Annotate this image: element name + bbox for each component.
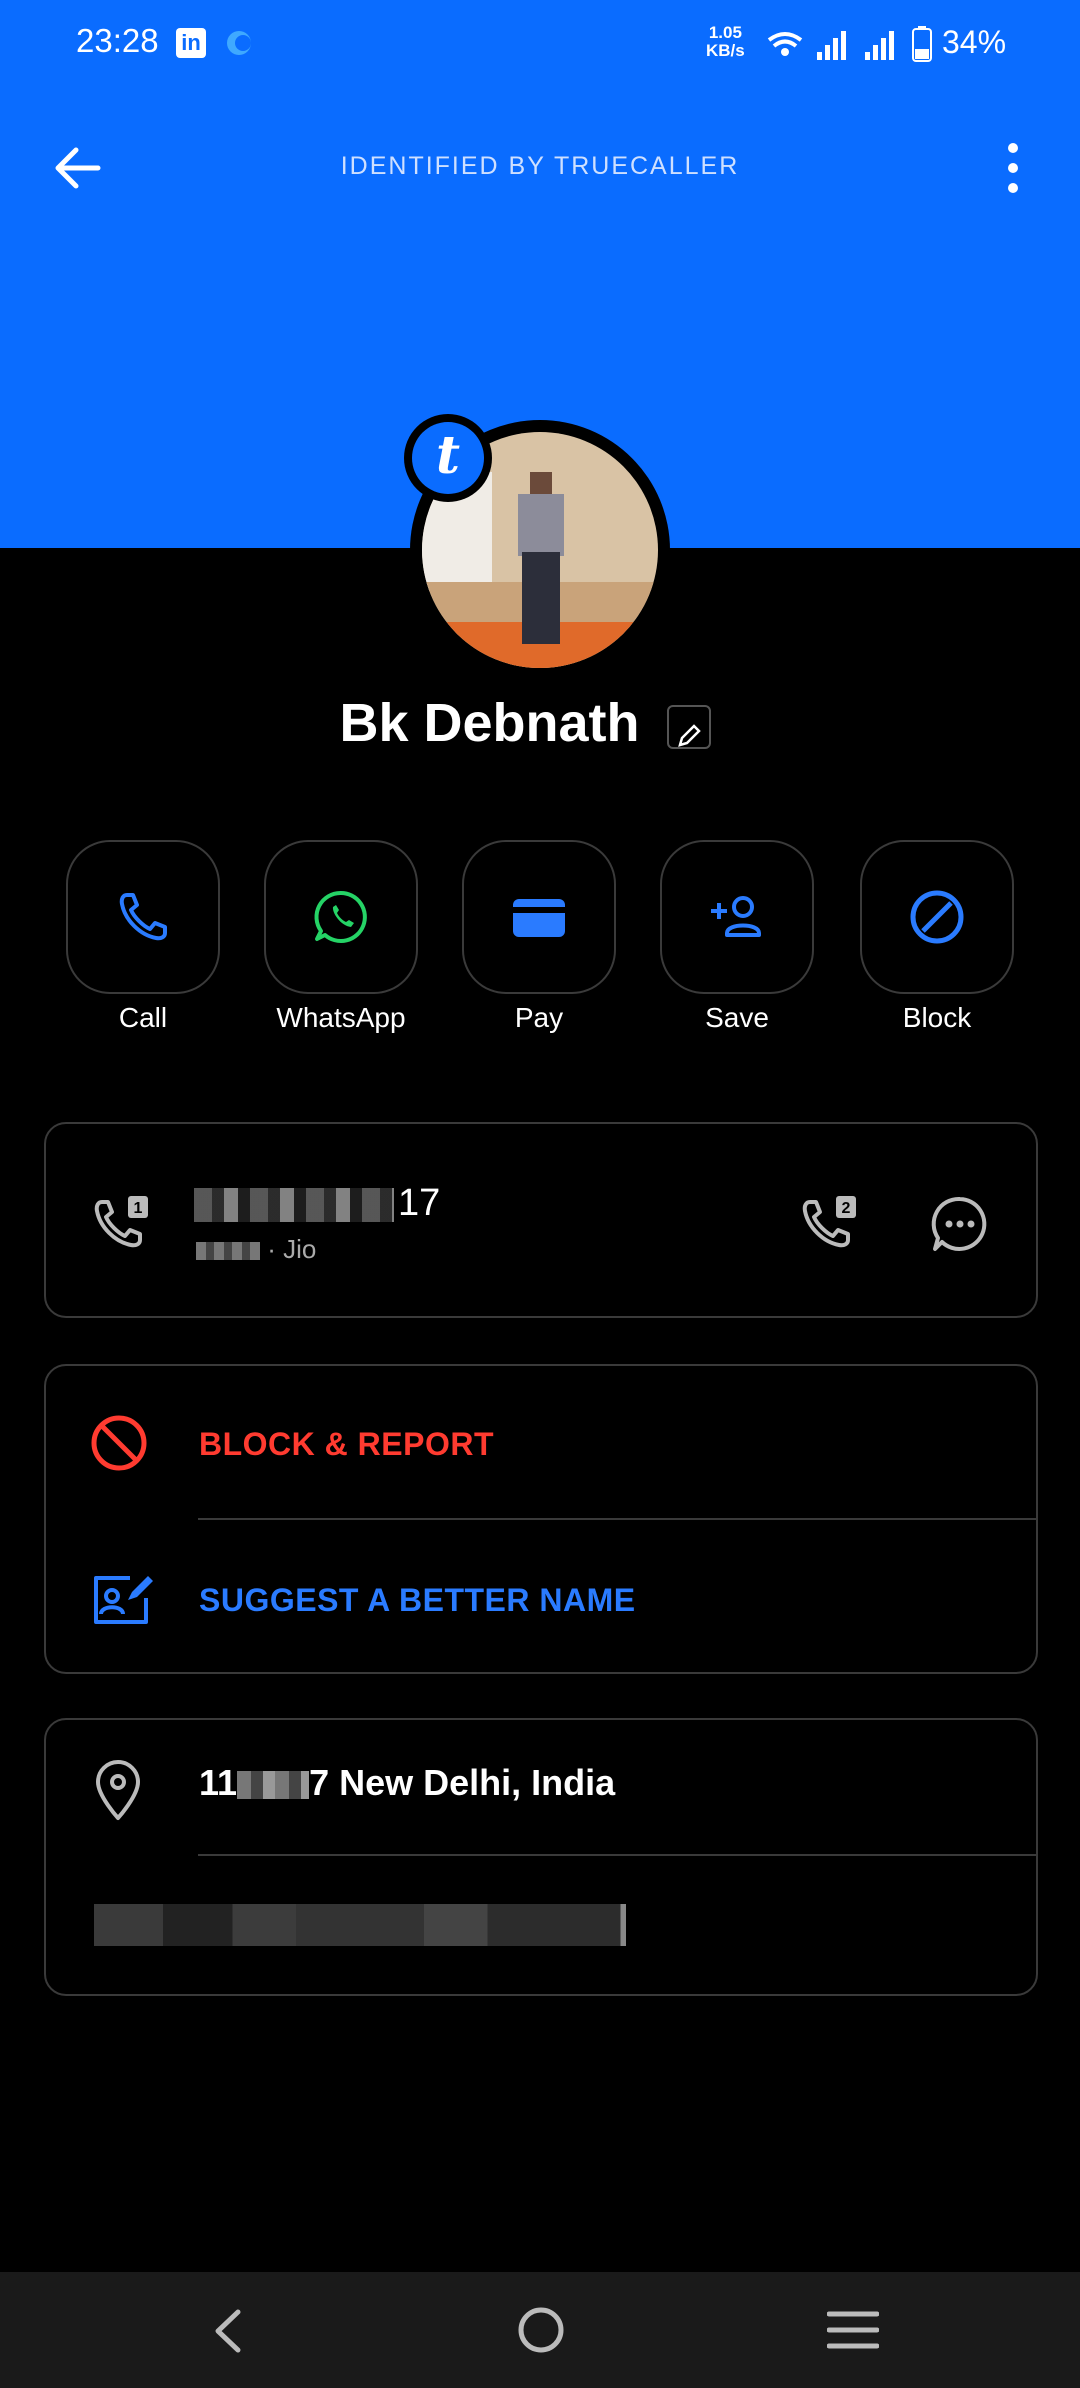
edit-name-icon[interactable]: [666, 704, 711, 749]
system-nav-bar: [0, 2272, 1080, 2388]
address-suffix: 7 New Delhi, India: [309, 1762, 616, 1803]
pay-button[interactable]: [462, 840, 616, 994]
svg-text:2: 2: [842, 1200, 851, 1217]
address-divider: [198, 1854, 1036, 1856]
truecaller-logo-icon: t: [412, 422, 484, 494]
contact-name: Bk Debnath: [339, 693, 640, 753]
whatsapp-button[interactable]: [264, 840, 418, 994]
block-action[interactable]: Block: [860, 840, 1014, 1034]
signal-icons: [767, 31, 894, 60]
suggest-name-icon: [94, 1576, 153, 1624]
truecaller-badge: t: [404, 414, 492, 502]
country-redacted: [196, 1242, 260, 1261]
phone-number-suffix: 17: [398, 1182, 441, 1224]
actions-card: BLOCK & REPORT SUGGEST A BETTER NAME: [44, 1364, 1038, 1674]
whatsapp-label: WhatsApp: [276, 1002, 406, 1033]
block-report-icon: [91, 1415, 147, 1471]
sim2-call-icon[interactable]: 2: [798, 1192, 864, 1258]
phone-number-redacted: [194, 1188, 394, 1222]
status-time: 23:28: [76, 22, 159, 59]
call-action[interactable]: Call: [66, 840, 220, 1034]
linkedin-notification-icon: in: [176, 28, 206, 58]
contact-name-row: Bk Debnath: [0, 692, 1080, 754]
status-bar: 23:28 in 1.05 KB/s 34%: [0, 0, 1080, 90]
carrier-name: · Jio: [267, 1234, 317, 1264]
add-contact-icon: [711, 896, 761, 937]
app-bar-title: IDENTIFIED BY TRUECALLER: [340, 152, 740, 180]
block-button[interactable]: [860, 840, 1014, 994]
network-speed-unit: KB/s: [706, 41, 745, 60]
block-report-label: BLOCK & REPORT: [199, 1426, 494, 1462]
location-pin-icon: [96, 1760, 140, 1820]
battery-icon: [912, 26, 932, 62]
pay-action[interactable]: Pay: [462, 840, 616, 1034]
phone-icon: [119, 893, 167, 941]
battery-percent: 34%: [942, 24, 1007, 60]
whatsapp-icon: [314, 890, 367, 943]
network-speed: 1.05 KB/s: [706, 24, 745, 60]
suggest-name-label: SUGGEST A BETTER NAME: [199, 1582, 636, 1618]
redacted-info-bar: [94, 1904, 626, 1946]
call-label: Call: [118, 1002, 168, 1033]
block-icon: [910, 890, 964, 944]
svg-text:1: 1: [134, 1200, 143, 1217]
whatsapp-action[interactable]: WhatsApp: [264, 840, 418, 1034]
address-prefix: 11: [199, 1762, 238, 1803]
network-speed-value: 1.05: [708, 23, 742, 42]
more-options-icon[interactable]: [998, 140, 1028, 196]
nav-menu-icon[interactable]: [827, 2310, 879, 2350]
address-text[interactable]: 11 7 New Delhi, India: [199, 1762, 615, 1804]
block-label: Block: [902, 1002, 972, 1033]
app-notification-icon: [227, 31, 251, 55]
row-divider: [198, 1518, 1036, 1520]
save-button[interactable]: [660, 840, 814, 994]
nav-back-icon[interactable]: [208, 2308, 248, 2354]
call-button[interactable]: [66, 840, 220, 994]
save-label: Save: [705, 1002, 769, 1033]
wallet-icon: [513, 899, 565, 937]
pay-label: Pay: [514, 1002, 564, 1033]
phone-number-card[interactable]: 1 17 · Jio 2: [44, 1122, 1038, 1318]
nav-home-icon[interactable]: [517, 2306, 565, 2354]
save-action[interactable]: Save: [660, 840, 814, 1034]
address-redacted: [237, 1771, 310, 1800]
sim1-call-icon[interactable]: 1: [90, 1192, 156, 1258]
address-card: 11 7 New Delhi, India: [44, 1718, 1038, 1996]
message-icon[interactable]: [930, 1194, 990, 1254]
phone-carrier: · Jio: [196, 1234, 316, 1265]
